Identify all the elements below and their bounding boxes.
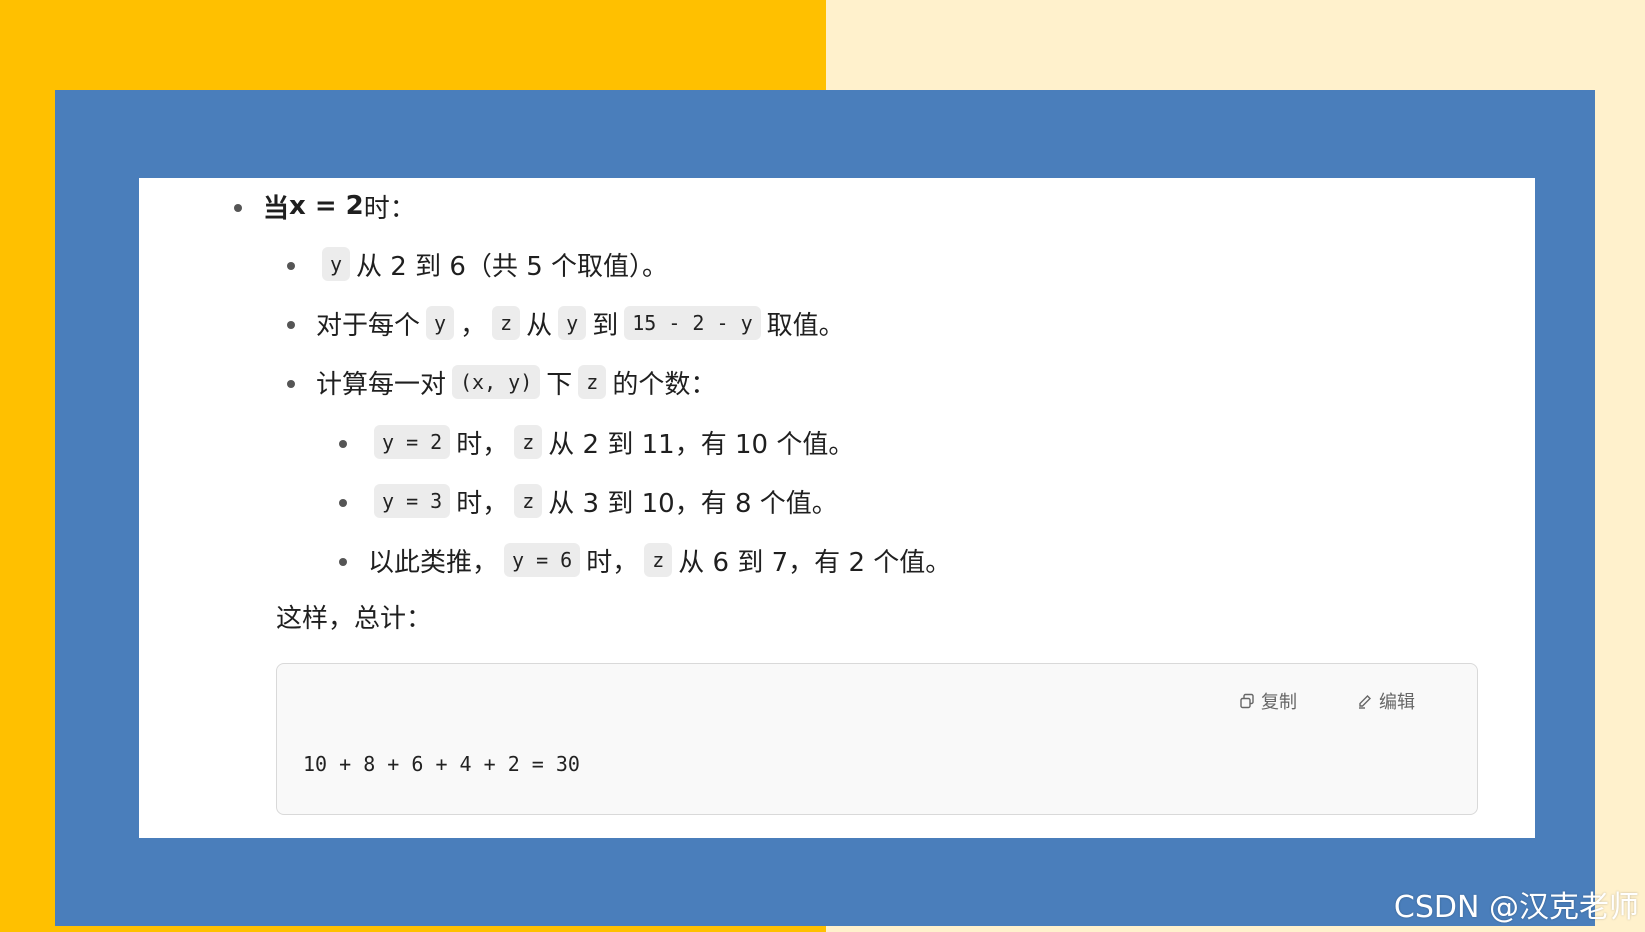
bullet-dot	[339, 499, 347, 507]
inline-code: (x, y)	[452, 365, 541, 399]
inline-code: y = 3	[374, 484, 451, 518]
bullet-dot	[287, 321, 295, 329]
watermark: CSDN @汉克老师	[1393, 890, 1639, 925]
list-item: y = 3 时， z 从 3 到 10，有 8 个值。	[368, 481, 838, 521]
text: 从	[526, 310, 553, 341]
code-line: 10 + 8 + 6 + 4 + 2 = 30	[303, 752, 580, 776]
text: 时：	[363, 193, 416, 224]
inline-code: z	[514, 425, 543, 459]
text: 的个数：	[612, 369, 717, 400]
text: 从 2 到 11，有 10 个值。	[548, 429, 855, 460]
bullet-dot	[234, 204, 242, 212]
bold-text: x = 2	[289, 191, 364, 221]
bullet-dot	[339, 558, 347, 566]
bullet-dot	[339, 440, 347, 448]
text: 时，	[456, 488, 509, 519]
text: 时，	[586, 547, 639, 578]
inline-code: z	[492, 306, 521, 340]
list-item: 以此类推， y = 6 时， z 从 6 到 7，有 2 个值。	[368, 540, 951, 580]
list-item: y = 2 时， z 从 2 到 11，有 10 个值。	[368, 422, 854, 462]
list-item: 当 x = 2 时：	[263, 186, 416, 226]
text: 从 2 到 6（共 5 个取值）。	[356, 251, 668, 282]
inline-code: 15 - 2 - y	[624, 306, 761, 340]
text: 以此类推，	[368, 547, 499, 578]
text: ，	[460, 310, 487, 341]
list-item: 计算每一对 (x, y) 下 z 的个数：	[316, 362, 716, 402]
edit-button[interactable]: 编辑	[1357, 688, 1415, 714]
text: 到	[592, 310, 619, 341]
inline-code: z	[578, 365, 607, 399]
text: 时，	[456, 429, 509, 460]
inline-code: z	[514, 484, 543, 518]
text: 下	[546, 369, 573, 400]
list-item: y从 2 到 6（共 5 个取值）。	[316, 244, 668, 284]
code-block: 复制 编辑 10 + 8 + 6 + 4 + 2 = 30	[276, 663, 1478, 815]
list-item: 对于每个 y， z 从 y 到 15 - 2 - y 取值。	[316, 303, 845, 343]
text: 取值。	[766, 310, 845, 341]
text: 对于每个	[316, 310, 421, 341]
inline-code: y	[426, 306, 455, 340]
inline-code: z	[644, 543, 673, 577]
inline-code: y	[322, 247, 351, 281]
edit-icon	[1359, 695, 1371, 709]
bullet-dot	[287, 380, 295, 388]
bullet-dot	[287, 262, 295, 270]
inline-code: y = 6	[504, 543, 581, 577]
copy-label: 复制	[1261, 692, 1297, 713]
text: 计算每一对	[316, 369, 447, 400]
copy-icon	[1240, 693, 1254, 709]
answer-panel: 当 x = 2 时： y 从 2 到 6（共 5 个取值）。 对于每个 y， z 从 y 到 15…	[139, 178, 1535, 838]
summary-label: 这样，总计：	[276, 604, 433, 634]
copy-button[interactable]: 复制	[1239, 688, 1297, 714]
text: 从 3 到 10，有 8 个值。	[548, 488, 838, 519]
text: 从 6 到 7，有 2 个值。	[678, 547, 952, 578]
inline-code: y = 2	[374, 425, 451, 459]
edit-label: 编辑	[1379, 692, 1415, 713]
inline-code: y	[558, 306, 587, 340]
bold-text: 当	[263, 193, 290, 224]
